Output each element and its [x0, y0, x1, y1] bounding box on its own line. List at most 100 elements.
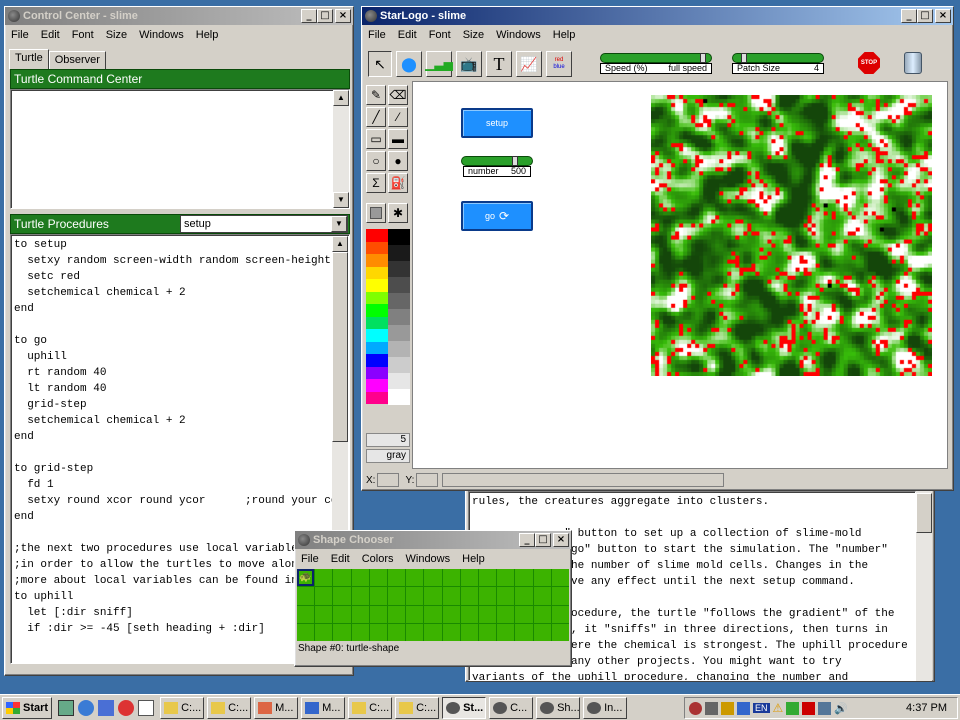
rectangle-icon[interactable]: ▭ — [366, 129, 386, 149]
shape-slot[interactable] — [533, 623, 551, 641]
tray-icon[interactable] — [737, 701, 750, 715]
scroll-up-icon[interactable]: ▲ — [333, 90, 349, 106]
shape-slot[interactable] — [315, 587, 333, 605]
color-swatch[interactable] — [388, 357, 410, 373]
shape-slot[interactable] — [351, 605, 369, 623]
shape-slot[interactable] — [442, 587, 460, 605]
filled-rectangle-icon[interactable]: ▬ — [388, 129, 408, 149]
shape-slot[interactable] — [406, 605, 424, 623]
slider-tool-button[interactable]: ▁▃▅ — [425, 51, 453, 77]
menu-windows[interactable]: Windows — [490, 29, 547, 41]
taskbar-item-9[interactable]: Sh... — [536, 696, 581, 719]
color-swatch[interactable] — [388, 229, 410, 245]
speed-slider[interactable]: Speed (%) full speed — [600, 53, 712, 74]
color-swatch[interactable] — [366, 241, 388, 254]
tray-icon[interactable] — [689, 701, 702, 715]
maximize-button[interactable]: □ — [317, 9, 333, 23]
menu-help[interactable]: Help — [547, 29, 582, 41]
tab-observer[interactable]: Observer — [48, 51, 106, 69]
shape-slot[interactable] — [424, 605, 442, 623]
shape-slot[interactable] — [497, 569, 515, 587]
shape-slot[interactable] — [388, 569, 406, 587]
color-swatch[interactable] — [366, 254, 388, 267]
shape-slot[interactable] — [551, 605, 569, 623]
shape-slot[interactable] — [333, 605, 351, 623]
shape-slot[interactable] — [297, 623, 315, 641]
turtle-shape-icon[interactable]: 🐢 — [297, 569, 315, 587]
shape-slot[interactable] — [460, 587, 478, 605]
menu-edit[interactable]: Edit — [35, 29, 66, 41]
turtle-color-icon[interactable]: ✱ — [388, 203, 408, 223]
color-swatch[interactable] — [388, 293, 410, 309]
shape-slot[interactable] — [442, 623, 460, 641]
shape-slot[interactable] — [460, 569, 478, 587]
trash-icon[interactable] — [904, 52, 922, 74]
shape-slot[interactable] — [369, 587, 387, 605]
shape-slot[interactable] — [369, 605, 387, 623]
start-button[interactable]: Start — [2, 696, 53, 719]
speed-slider-track[interactable] — [600, 53, 712, 63]
menu-edit[interactable]: Edit — [325, 553, 356, 565]
taskbar-item-1[interactable]: C:... — [160, 696, 205, 719]
text-tool-button[interactable]: T — [486, 51, 512, 77]
shape-slot[interactable] — [515, 605, 533, 623]
shape-slot[interactable] — [479, 569, 497, 587]
color-swatch[interactable] — [388, 277, 410, 293]
menu-file[interactable]: File — [362, 29, 392, 41]
command-scrollbar[interactable]: ▲ ▼ — [333, 90, 349, 208]
tab-turtle[interactable]: Turtle — [9, 49, 49, 69]
shape-chooser-titlebar[interactable]: Shape Chooser _ □ × — [295, 531, 571, 549]
close-button[interactable]: × — [335, 9, 351, 23]
shape-slot[interactable] — [551, 623, 569, 641]
shape-slot[interactable] — [315, 569, 333, 587]
ie-icon[interactable] — [78, 699, 95, 716]
shape-slot[interactable] — [388, 587, 406, 605]
shape-slot[interactable] — [479, 605, 497, 623]
patch-size-slider[interactable]: Patch Size 4 — [732, 53, 824, 74]
shape-slot[interactable] — [333, 587, 351, 605]
turtle-world-graphics[interactable] — [651, 95, 932, 376]
color-swatch[interactable] — [388, 325, 410, 341]
color-swatch[interactable] — [388, 341, 410, 357]
color-swatch[interactable] — [366, 379, 388, 392]
color-swatch[interactable] — [366, 354, 388, 367]
stamp-icon[interactable]: Σ — [366, 173, 386, 193]
scroll-down-icon[interactable]: ▼ — [333, 192, 349, 208]
shape-slot[interactable] — [515, 623, 533, 641]
color-swatch[interactable] — [366, 366, 388, 379]
color-swatch[interactable] — [388, 389, 410, 405]
shape-slot[interactable] — [351, 587, 369, 605]
taskbar-item-6[interactable]: C:... — [395, 696, 440, 719]
shape-slot[interactable] — [333, 569, 351, 587]
shape-slot[interactable] — [515, 569, 533, 587]
close-button[interactable]: × — [935, 9, 951, 23]
color-swatch[interactable] — [388, 373, 410, 389]
taskbar-item-3[interactable]: M... — [254, 696, 299, 719]
number-slider-knob[interactable] — [511, 156, 518, 166]
color-swatch[interactable] — [366, 291, 388, 304]
command-center-input[interactable]: ▲ ▼ — [10, 89, 350, 209]
scroll-thumb[interactable] — [332, 252, 348, 442]
stop-button[interactable]: STOP — [858, 52, 880, 74]
shape-slot[interactable] — [406, 569, 424, 587]
language-indicator[interactable]: EN — [753, 703, 770, 713]
shape-slot[interactable] — [406, 623, 424, 641]
shape-slot[interactable] — [515, 587, 533, 605]
scroll-thumb[interactable] — [916, 493, 932, 533]
minimize-button[interactable]: _ — [301, 9, 317, 23]
shape-slot[interactable] — [406, 587, 424, 605]
shape-slot[interactable] — [533, 605, 551, 623]
shape-slot[interactable] — [497, 623, 515, 641]
menu-help[interactable]: Help — [190, 29, 225, 41]
shape-slot[interactable] — [369, 623, 387, 641]
color-swatch[interactable] — [366, 341, 388, 354]
network-icon[interactable] — [818, 701, 832, 715]
shape-slot[interactable] — [460, 605, 478, 623]
menu-windows[interactable]: Windows — [400, 553, 457, 565]
color-swatch[interactable] — [366, 316, 388, 329]
minimize-button[interactable]: _ — [519, 533, 535, 547]
filled-oval-icon[interactable]: ● — [388, 151, 408, 171]
shape-slot[interactable] — [442, 569, 460, 587]
shape-slot[interactable] — [351, 569, 369, 587]
patch-size-knob[interactable] — [741, 53, 748, 63]
